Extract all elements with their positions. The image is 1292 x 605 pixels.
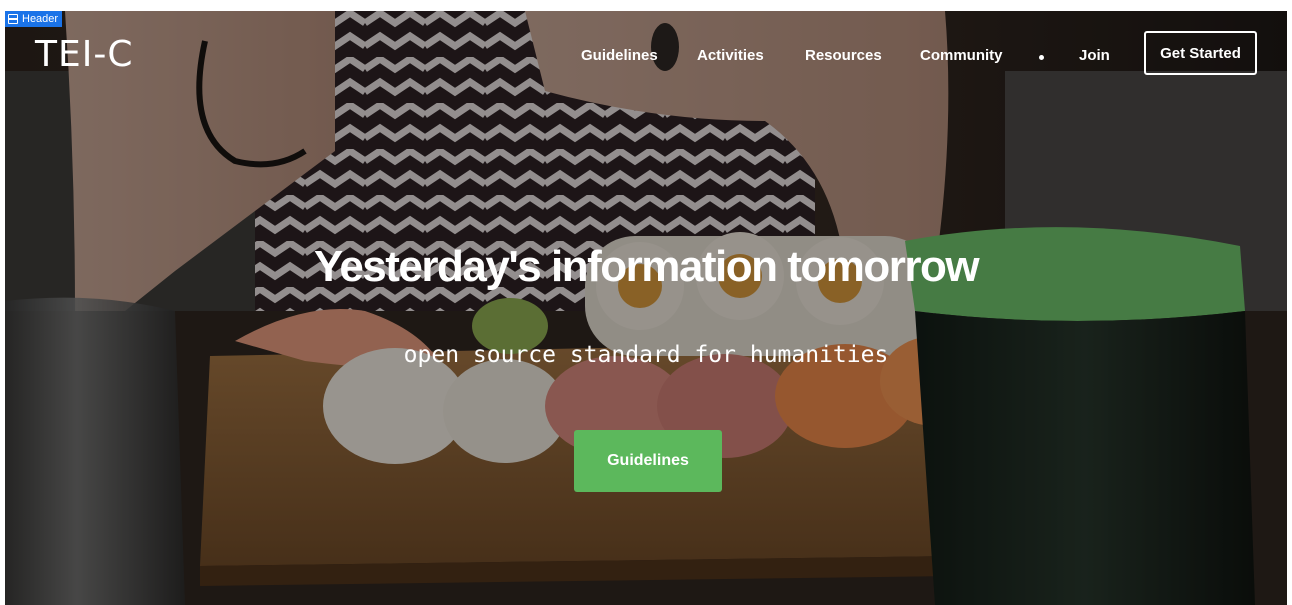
guidelines-button[interactable]: Guidelines	[574, 430, 722, 492]
nav-item-resources[interactable]: Resources	[805, 47, 882, 65]
nav-separator-dot	[1039, 55, 1044, 60]
nav-item-guidelines[interactable]: Guidelines	[581, 47, 658, 65]
editor-tag-label: Header	[22, 13, 59, 25]
site-logo[interactable]: TEI-C	[35, 35, 133, 75]
hero-dark-overlay	[5, 11, 1287, 605]
nav-item-join[interactable]: Join	[1079, 47, 1110, 65]
hero-title: Yesterday's information tomorrow	[313, 242, 980, 291]
hero-section: TEI-C Guidelines Activities Resources Co…	[5, 11, 1287, 605]
site-header: TEI-C Guidelines Activities Resources Co…	[5, 11, 1287, 91]
nav-item-activities[interactable]: Activities	[697, 47, 764, 65]
hero-subtitle: open source standard for humanities	[403, 342, 889, 368]
get-started-button[interactable]: Get Started	[1144, 31, 1257, 75]
nav-item-community[interactable]: Community	[920, 47, 1003, 65]
editor-section-tag[interactable]: Header	[5, 11, 63, 27]
section-icon	[8, 14, 18, 24]
